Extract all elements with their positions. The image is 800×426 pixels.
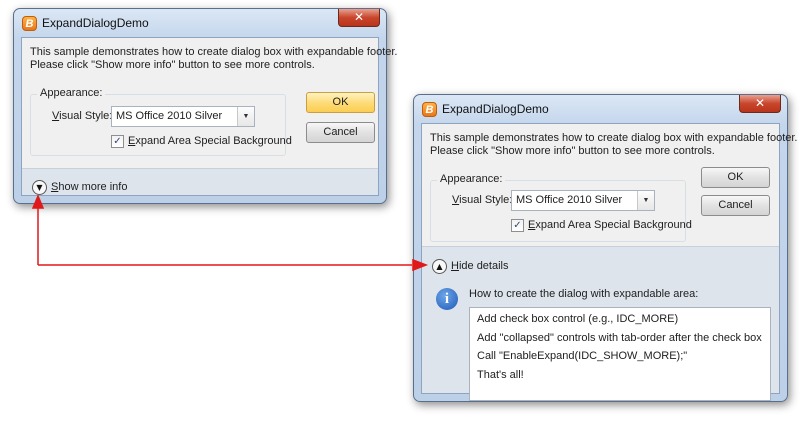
connector-arrow (31, 194, 429, 272)
arrow-head-right-icon (412, 258, 429, 272)
